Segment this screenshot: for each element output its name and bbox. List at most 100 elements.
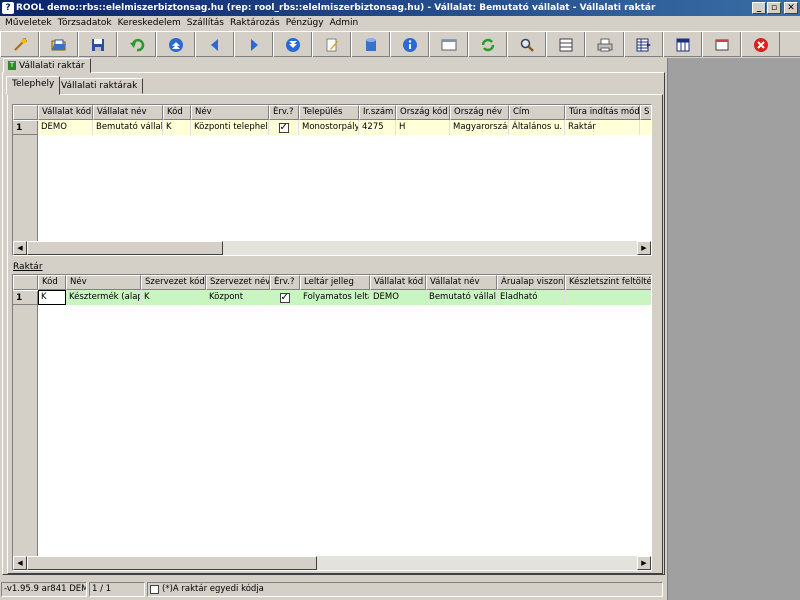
scroll-thumb[interactable] <box>27 241 223 255</box>
status-checkbox[interactable] <box>150 585 159 594</box>
undo-icon <box>129 38 144 51</box>
tab-vallalati-raktar[interactable]: T Vállalati raktár <box>3 58 91 73</box>
col-header[interactable]: Árualap viszony <box>497 275 565 290</box>
close-window-button[interactable]: ✕ <box>784 2 798 14</box>
col-header[interactable]: Kód <box>38 275 66 290</box>
row-indicator[interactable]: 1 <box>13 120 38 135</box>
first-record-button[interactable] <box>156 32 195 57</box>
scroll-left-icon[interactable]: ◀ <box>13 556 27 570</box>
col-header[interactable]: Szervezet kód <box>141 275 206 290</box>
cell[interactable]: DEMO <box>38 120 93 135</box>
col-header[interactable]: S <box>640 105 651 120</box>
cell-focused[interactable]: K <box>38 290 66 305</box>
scroll-right-icon[interactable]: ▶ <box>637 556 651 570</box>
open-button[interactable] <box>39 32 78 57</box>
raktar-grid[interactable]: Kód Név Szervezet kód Szervezet név Érv.… <box>12 274 652 571</box>
last-record-button[interactable] <box>273 32 312 57</box>
cell[interactable]: Késztermék (alap) <box>66 290 141 305</box>
table-export-icon <box>636 38 651 51</box>
wand-button[interactable] <box>0 32 39 57</box>
cell[interactable] <box>565 290 651 305</box>
form-button[interactable] <box>429 32 468 57</box>
col-header[interactable]: Készletszint feltöltés s <box>565 275 651 290</box>
open-folder-icon <box>51 39 66 50</box>
database-button[interactable] <box>351 32 390 57</box>
col-header[interactable]: Vállalat név <box>426 275 497 290</box>
scroll-right-icon[interactable]: ▶ <box>637 241 651 255</box>
col-header[interactable]: Szervezet név <box>206 275 270 290</box>
cell[interactable]: DEMO <box>370 290 426 305</box>
telephely-grid[interactable]: Vállalat kód Vállalat név Kód Név Érv.? … <box>12 104 652 256</box>
ervenyes-checkbox[interactable] <box>270 290 300 305</box>
cell[interactable]: 4275 <box>359 120 396 135</box>
col-header[interactable]: Cím <box>509 105 565 120</box>
tab-telephely[interactable]: Telephely <box>6 76 61 95</box>
cell[interactable]: Központi telephely <box>191 120 269 135</box>
col-header[interactable]: Név <box>66 275 141 290</box>
menu-bar: Műveletek Törzsadatok Kereskedelem Száll… <box>0 16 800 31</box>
edit-button[interactable] <box>312 32 351 57</box>
info-button[interactable] <box>390 32 429 57</box>
previous-record-button[interactable] <box>195 32 234 57</box>
search-button[interactable] <box>507 32 546 57</box>
cell[interactable]: Raktár <box>565 120 640 135</box>
menu-penzugy[interactable]: Pénzügy <box>283 16 327 31</box>
raktar-hscrollbar[interactable]: ◀ ▶ <box>13 556 651 570</box>
tab-vallalati-raktarak[interactable]: Vállalati raktárak <box>55 78 144 94</box>
maximize-button[interactable]: ▫ <box>767 2 781 14</box>
menu-raktarozas[interactable]: Raktározás <box>227 16 283 31</box>
cell[interactable]: Folyamatos leltár <box>300 290 370 305</box>
cell[interactable]: K <box>141 290 206 305</box>
col-header[interactable]: Leltár jelleg <box>300 275 370 290</box>
col-header[interactable]: Vállalat név <box>93 105 163 120</box>
scroll-track[interactable] <box>27 241 637 255</box>
corner-header <box>13 105 38 120</box>
row-indicator[interactable]: 1 <box>13 290 38 305</box>
window-button[interactable] <box>702 32 741 57</box>
col-header[interactable]: Ország kód <box>396 105 450 120</box>
cell[interactable] <box>640 120 651 135</box>
ervenyes-checkbox[interactable] <box>269 120 299 135</box>
table-columns-button[interactable] <box>663 32 702 57</box>
col-header[interactable]: Érv.? <box>269 105 299 120</box>
menu-admin[interactable]: Admin <box>327 16 362 31</box>
exit-button[interactable] <box>741 32 780 57</box>
scroll-track[interactable] <box>27 556 637 570</box>
cell[interactable]: Bemutató vállalat <box>426 290 497 305</box>
grid-lines-button[interactable] <box>546 32 585 57</box>
col-header[interactable]: Ország név <box>450 105 509 120</box>
cell[interactable]: Bemutató vállalat <box>93 120 163 135</box>
cell[interactable]: K <box>163 120 191 135</box>
col-header[interactable]: Ir.szám <box>359 105 396 120</box>
table-row[interactable]: DEMO Bemutató vállalat K Központi teleph… <box>38 120 651 135</box>
save-button[interactable] <box>78 32 117 57</box>
print-button[interactable] <box>585 32 624 57</box>
cell[interactable]: Központ <box>206 290 270 305</box>
col-header[interactable]: Túra indítás mód <box>565 105 640 120</box>
col-header[interactable]: Vállalat kód <box>370 275 426 290</box>
cell[interactable]: Általános u. 1 <box>509 120 565 135</box>
next-record-button[interactable] <box>234 32 273 57</box>
col-header[interactable]: Érv.? <box>270 275 300 290</box>
col-header[interactable]: Kód <box>163 105 191 120</box>
record-counter: 1 / 1 <box>89 582 145 597</box>
col-header[interactable]: Település <box>299 105 359 120</box>
table-export-button[interactable] <box>624 32 663 57</box>
table-row[interactable]: K Késztermék (alap) K Központ Folyamatos… <box>38 290 651 305</box>
cell[interactable]: Magyarország <box>450 120 509 135</box>
minimize-button[interactable]: _ <box>752 2 766 14</box>
telephely-hscrollbar[interactable]: ◀ ▶ <box>13 241 651 255</box>
col-header[interactable]: Vállalat kód <box>38 105 93 120</box>
menu-muveletek[interactable]: Műveletek <box>2 16 55 31</box>
undo-button[interactable] <box>117 32 156 57</box>
refresh-button[interactable] <box>468 32 507 57</box>
scroll-thumb[interactable] <box>27 556 317 570</box>
menu-kereskedelem[interactable]: Kereskedelem <box>115 16 184 31</box>
cell[interactable]: Eladható <box>497 290 565 305</box>
cell[interactable]: H <box>396 120 450 135</box>
cell[interactable]: Monostorpályi <box>299 120 359 135</box>
menu-torzsadatok[interactable]: Törzsadatok <box>55 16 115 31</box>
scroll-left-icon[interactable]: ◀ <box>13 241 27 255</box>
col-header[interactable]: Név <box>191 105 269 120</box>
menu-szallitas[interactable]: Szállítás <box>184 16 227 31</box>
